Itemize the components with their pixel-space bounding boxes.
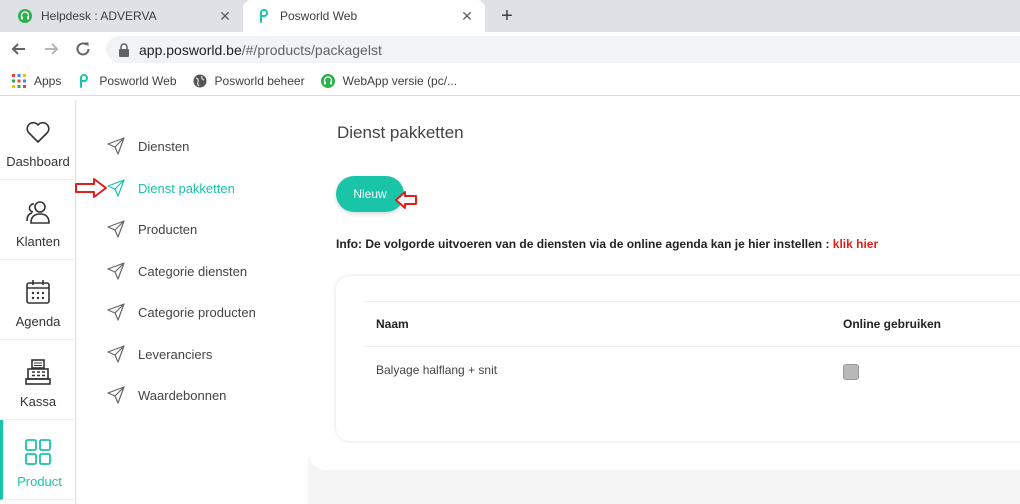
globe-icon bbox=[193, 74, 207, 87]
bookmark-webapp[interactable]: WebApp versie (pc/... bbox=[320, 73, 458, 88]
submenu-item-label: Categorie diensten bbox=[138, 263, 248, 279]
bookmark-label: WebApp versie (pc/... bbox=[342, 73, 458, 88]
paper-plane-icon bbox=[107, 262, 125, 280]
sidebar-item-kassa[interactable]: Kassa bbox=[0, 340, 76, 420]
submenu-item-categorie-diensten[interactable]: Categorie diensten bbox=[107, 259, 247, 283]
submenu-item-label: Categorie producten bbox=[138, 304, 256, 320]
bookmarks-bar: Apps Posworld Web Posworld beheer WebApp… bbox=[0, 66, 1020, 96]
url-host: app.posworld.be bbox=[139, 41, 242, 58]
submenu-item-label: Waardebonnen bbox=[138, 387, 227, 403]
cash-register-icon bbox=[25, 359, 51, 385]
bookmark-label: Posworld Web bbox=[99, 73, 177, 88]
online-checkbox[interactable] bbox=[843, 364, 859, 380]
packages-table-card: Naam Online gebruiken Balyage halflang +… bbox=[336, 276, 1020, 441]
paper-plane-icon bbox=[107, 386, 125, 404]
forward-arrow-icon[interactable] bbox=[41, 39, 61, 59]
heart-icon bbox=[26, 121, 50, 143]
headset-icon bbox=[320, 73, 335, 88]
tab-title: Posworld Web bbox=[280, 9, 358, 23]
paper-plane-icon bbox=[107, 220, 125, 238]
submenu-item-label: Dienst pakketten bbox=[138, 180, 235, 196]
browser-tab-posworld[interactable]: Posworld Web ✕ bbox=[243, 0, 485, 32]
users-icon bbox=[26, 201, 50, 224]
submenu-item-label: Leveranciers bbox=[138, 346, 213, 362]
column-header-naam[interactable]: Naam bbox=[376, 317, 409, 331]
bookmark-posworld-web[interactable]: Posworld Web bbox=[77, 73, 177, 88]
sidebar-item-agenda[interactable]: Agenda bbox=[0, 260, 76, 340]
submenu-item-diensten[interactable]: Diensten bbox=[107, 134, 189, 158]
submenu-item-label: Diensten bbox=[138, 138, 190, 154]
url-text: app.posworld.be/#/products/packagelst bbox=[139, 42, 382, 58]
paper-plane-icon bbox=[107, 303, 125, 321]
sidebar-item-label: Dashboard bbox=[6, 154, 70, 169]
red-arrow-annotation-icon bbox=[395, 191, 417, 209]
tab-title: Helpdesk : ADVERVA bbox=[41, 9, 157, 23]
close-icon[interactable]: ✕ bbox=[217, 8, 233, 24]
column-header-online-gebruiken[interactable]: Online gebruiken bbox=[843, 317, 941, 331]
submenu-item-label: Producten bbox=[138, 221, 198, 237]
red-arrow-annotation-icon bbox=[75, 178, 107, 198]
sidebar-item-label: Product bbox=[17, 474, 62, 489]
submenu-item-dienst-pakketten[interactable]: Dienst pakketten bbox=[107, 176, 235, 200]
browser-tab-strip: Helpdesk : ADVERVA ✕ Posworld Web ✕ + bbox=[0, 0, 1020, 32]
posworld-icon bbox=[80, 73, 89, 88]
main-sidebar: Dashboard Klanten Agenda Kassa Product bbox=[0, 100, 76, 504]
paper-plane-icon bbox=[107, 345, 125, 363]
submenu-item-producten[interactable]: Producten bbox=[107, 217, 197, 241]
sidebar-item-dashboard[interactable]: Dashboard bbox=[0, 100, 76, 180]
url-path: /#/products/packagelst bbox=[241, 41, 382, 58]
sidebar-item-product[interactable]: Product bbox=[0, 420, 76, 500]
content-background bbox=[308, 470, 1020, 504]
sidebar-item-klanten[interactable]: Klanten bbox=[0, 180, 76, 260]
posworld-icon bbox=[260, 9, 268, 23]
lock-icon bbox=[119, 42, 129, 57]
sidebar-item-label: Kassa bbox=[19, 394, 57, 409]
info-text: Info: De volgorde uitvoeren van de diens… bbox=[336, 237, 878, 251]
new-tab-plus-icon[interactable]: + bbox=[496, 5, 518, 27]
submenu-item-categorie-producten[interactable]: Categorie producten bbox=[107, 300, 256, 324]
sidebar-item-label: Agenda bbox=[15, 314, 61, 329]
paper-plane-icon bbox=[107, 179, 125, 197]
apps-grid-icon bbox=[12, 73, 26, 88]
bookmark-label: Posworld beheer bbox=[214, 73, 305, 88]
bookmark-apps[interactable]: Apps bbox=[12, 73, 62, 88]
back-arrow-icon[interactable] bbox=[9, 39, 29, 59]
close-icon[interactable]: ✕ bbox=[459, 8, 475, 24]
address-bar: app.posworld.be/#/products/packagelst bbox=[0, 32, 1020, 66]
bookmark-posworld-beheer[interactable]: Posworld beheer bbox=[193, 74, 305, 88]
bookmark-label: Apps bbox=[34, 73, 62, 88]
app-container: Dashboard Klanten Agenda Kassa Product D… bbox=[0, 100, 1020, 504]
product-submenu: Diensten Dienst pakketten Producten Cate… bbox=[77, 100, 308, 504]
sidebar-item-label: Klanten bbox=[15, 234, 61, 249]
submenu-item-leveranciers[interactable]: Leveranciers bbox=[107, 342, 212, 366]
table-header-row: Naam Online gebruiken bbox=[364, 301, 1020, 347]
submenu-item-waardebonnen[interactable]: Waardebonnen bbox=[107, 383, 226, 407]
page-title: Dienst pakketten bbox=[337, 123, 464, 142]
table-row[interactable]: Balyage halflang + snit bbox=[364, 348, 1020, 392]
url-field[interactable]: app.posworld.be/#/products/packagelst bbox=[106, 36, 1020, 63]
calendar-icon bbox=[26, 280, 50, 304]
paper-plane-icon bbox=[107, 137, 125, 155]
grid-icon bbox=[25, 439, 51, 465]
browser-tab-helpdesk[interactable]: Helpdesk : ADVERVA ✕ bbox=[0, 0, 243, 32]
klik-hier-link[interactable]: klik hier bbox=[833, 237, 878, 251]
main-content: Dienst pakketten Nieuw Info: De volgorde… bbox=[308, 100, 1020, 470]
package-name: Balyage halflang + snit bbox=[376, 363, 498, 377]
reload-icon[interactable] bbox=[73, 39, 93, 59]
headset-icon bbox=[18, 9, 32, 23]
info-message: Info: De volgorde uitvoeren van de diens… bbox=[336, 237, 830, 251]
